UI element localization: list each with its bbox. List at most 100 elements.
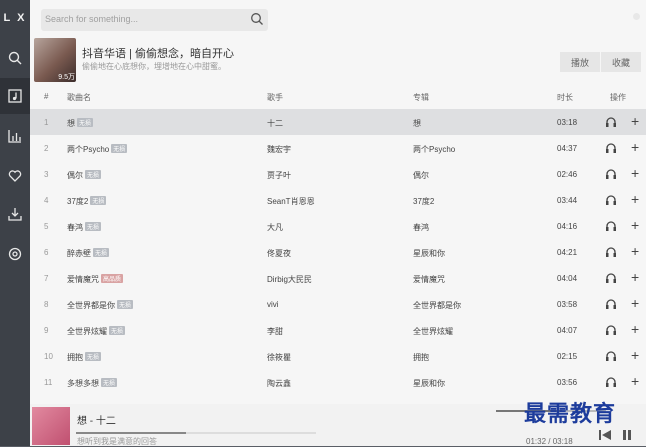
collect-button[interactable]: 收藏 <box>601 52 641 72</box>
headphone-icon[interactable] <box>605 298 617 310</box>
headphone-icon[interactable] <box>605 376 617 388</box>
heart-icon <box>8 170 22 182</box>
song-artist[interactable]: 魏宏宇 <box>267 144 291 155</box>
song-artist[interactable]: 徐筱瞿 <box>267 352 291 363</box>
song-name[interactable]: 多想多想 无损 <box>67 378 118 389</box>
song-artist[interactable]: 陶云鑫 <box>267 378 291 389</box>
table-row[interactable]: 4 37度2 无损 SeanT肖恩恩 37度2 03:44 + <box>30 187 646 213</box>
song-album[interactable]: 春鸿 <box>413 222 429 233</box>
sidebar-item-settings[interactable] <box>0 236 30 272</box>
song-album[interactable]: 想 <box>413 118 421 129</box>
headphone-icon[interactable] <box>605 142 617 154</box>
song-name[interactable]: 醉赤壁 无损 <box>67 248 110 259</box>
progress-bar[interactable] <box>76 432 316 434</box>
watermark: 最需教育 <box>524 401 617 427</box>
headphone-icon[interactable] <box>605 116 617 128</box>
headphone-icon[interactable] <box>605 168 617 180</box>
add-icon[interactable]: + <box>631 244 639 258</box>
table-row[interactable]: 8 全世界都是你 无损 vivi 全世界都是你 03:58 + <box>30 291 646 317</box>
table-row[interactable]: 7 爱情魔咒 高品质 Dirbig大民民 爱情魔咒 04:04 + <box>30 265 646 291</box>
add-icon[interactable]: + <box>631 218 639 232</box>
playlist-title: 抖音华语 | 偷偷想念，暗自开心 <box>82 48 234 60</box>
headphone-icon[interactable] <box>605 220 617 232</box>
add-icon[interactable]: + <box>631 270 639 284</box>
headphone-icon[interactable] <box>605 272 617 284</box>
table-row[interactable]: 10 拥抱 无损 徐筱瞿 拥抱 02:15 + <box>30 343 646 369</box>
row-number: 5 <box>44 222 49 231</box>
sidebar-item-leaderboard[interactable] <box>0 118 30 154</box>
progress-fill <box>76 432 187 434</box>
song-artist[interactable]: vivi <box>267 300 279 309</box>
add-icon[interactable]: + <box>631 374 639 388</box>
song-album[interactable]: 两个Psycho <box>413 144 455 155</box>
add-icon[interactable]: + <box>631 114 639 128</box>
quality-badge: 无损 <box>90 196 107 205</box>
song-album[interactable]: 全世界都是你 <box>413 300 461 311</box>
table-row[interactable]: 6 醉赤壁 无损 佟夏夜 星辰和你 04:21 + <box>30 239 646 265</box>
song-artist[interactable]: Dirbig大民民 <box>267 274 312 285</box>
add-icon[interactable]: + <box>631 166 639 180</box>
settings-icon <box>8 247 22 261</box>
song-name[interactable]: 两个Psycho 无损 <box>67 144 128 155</box>
song-title: 多想多想 <box>67 379 99 388</box>
song-name[interactable]: 偶尔 无损 <box>67 170 102 181</box>
song-title: 两个Psycho <box>67 145 110 154</box>
song-album[interactable]: 星辰和你 <box>413 248 445 259</box>
song-album[interactable]: 全世界炫耀 <box>413 326 453 337</box>
sidebar-item-songlist[interactable] <box>0 78 30 114</box>
song-title: 想 <box>67 119 75 128</box>
song-duration: 04:37 <box>557 144 578 153</box>
table-row[interactable]: 9 全世界炫耀 无损 李甜 全世界炫耀 04:07 + <box>30 317 646 343</box>
pause-icon[interactable] <box>620 428 634 442</box>
row-number: 10 <box>44 352 53 361</box>
song-name[interactable]: 拥抱 无损 <box>67 352 102 363</box>
headphone-icon[interactable] <box>605 324 617 336</box>
song-artist[interactable]: 李甜 <box>267 326 283 337</box>
table-row[interactable]: 1 想无损 十二想 03:18 + <box>30 109 646 135</box>
song-artist[interactable]: 佟夏夜 <box>267 248 291 259</box>
song-album[interactable]: 星辰和你 <box>413 378 445 389</box>
song-name[interactable]: 37度2 无损 <box>67 196 107 207</box>
play-all-button[interactable]: 播放 <box>560 52 600 72</box>
song-name[interactable]: 想无损 <box>67 118 94 129</box>
table-row[interactable]: 11 多想多想 无损 陶云鑫 星辰和你 03:56 + <box>30 369 646 395</box>
table-row[interactable]: 5 春鸿 无损 大凡 春鸿 04:16 + <box>30 213 646 239</box>
add-icon[interactable]: + <box>631 192 639 206</box>
add-icon[interactable]: + <box>631 296 639 310</box>
song-artist[interactable]: 十二 <box>267 118 283 129</box>
headphone-icon[interactable] <box>605 246 617 258</box>
headphone-icon[interactable] <box>605 194 617 206</box>
add-icon[interactable]: + <box>631 322 639 336</box>
add-icon[interactable]: + <box>631 140 639 154</box>
song-artist[interactable]: 贾子叶 <box>267 170 291 181</box>
row-number: 2 <box>44 144 49 153</box>
window-close-button[interactable] <box>633 13 640 20</box>
song-title: 爱情魔咒 <box>67 275 99 284</box>
sidebar-item-download[interactable] <box>0 196 30 232</box>
headphone-icon[interactable] <box>605 350 617 362</box>
col-duration: 时长 <box>557 93 573 102</box>
song-album[interactable]: 偶尔 <box>413 170 429 181</box>
song-name[interactable]: 全世界炫耀 无损 <box>67 326 126 337</box>
song-name[interactable]: 春鸿 无损 <box>67 222 102 233</box>
prev-icon[interactable] <box>598 428 612 442</box>
search-box[interactable]: Search for something... <box>41 9 268 31</box>
song-name[interactable]: 爱情魔咒 高品质 <box>67 274 124 285</box>
table-row[interactable]: 2 两个Psycho 无损 魏宏宇 两个Psycho 04:37 + <box>30 135 646 161</box>
search-icon[interactable] <box>250 12 264 26</box>
now-playing-cover[interactable] <box>32 407 70 445</box>
sidebar-item-search[interactable] <box>0 40 30 76</box>
song-album[interactable]: 拥抱 <box>413 352 429 363</box>
search-icon <box>8 51 22 65</box>
song-duration: 02:46 <box>557 170 578 179</box>
table-row[interactable]: 3 偶尔 无损 贾子叶 偶尔 02:46 + <box>30 161 646 187</box>
song-artist[interactable]: SeanT肖恩恩 <box>267 196 315 207</box>
sidebar-item-favorites[interactable] <box>0 158 30 194</box>
search-input[interactable]: Search for something... <box>45 14 138 24</box>
add-icon[interactable]: + <box>631 348 639 362</box>
song-album[interactable]: 37度2 <box>413 196 434 207</box>
song-album[interactable]: 爱情魔咒 <box>413 274 445 285</box>
row-number: 1 <box>44 118 49 127</box>
song-artist[interactable]: 大凡 <box>267 222 283 233</box>
song-name[interactable]: 全世界都是你 无损 <box>67 300 134 311</box>
